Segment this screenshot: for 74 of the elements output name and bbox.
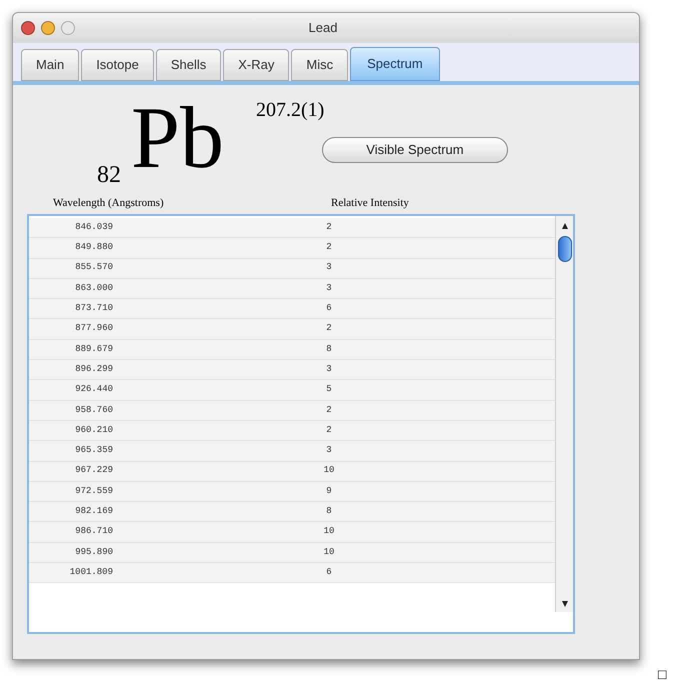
- wavelength-cell-text: 982.169: [74, 505, 113, 518]
- wavelength-cell-text: 960.210: [74, 424, 113, 437]
- tab[interactable]: Shells: [156, 49, 222, 81]
- table-row[interactable]: 863.000 3: [29, 278, 555, 300]
- wavelength-cell-text: 849.880: [74, 241, 113, 254]
- table-row[interactable]: 846.039 2: [29, 218, 555, 238]
- tab[interactable]: Main: [21, 49, 80, 81]
- wavelength-cell-text: 965.359: [74, 444, 113, 458]
- table-row[interactable]: 967.229 10: [29, 462, 555, 482]
- tab[interactable]: Isotope: [81, 49, 154, 81]
- intensity-cell-text: 3: [325, 444, 333, 458]
- intensity-cell-text: 6: [325, 302, 333, 316]
- corner-mark: □: [658, 665, 666, 684]
- tab[interactable]: X-Ray: [223, 49, 290, 81]
- intensity-cell-text: 2: [325, 404, 333, 417]
- intensity-cell-text: 2: [325, 424, 333, 437]
- atomic-number: 82: [97, 161, 121, 190]
- wavelength-cell-text: 889.679: [74, 342, 113, 356]
- element-symbol: Pb: [131, 95, 224, 183]
- table-row[interactable]: 1001.809 6: [29, 563, 555, 584]
- table-row[interactable]: 982.169 8: [29, 502, 555, 522]
- table-row[interactable]: 958.760 2: [29, 400, 555, 421]
- intensity-cell-text: 2: [325, 220, 333, 234]
- intensity-cell-text: 8: [325, 505, 333, 518]
- wavelength-cell-text: 972.559: [74, 484, 113, 498]
- wavelength-cell-text: 967.229: [74, 464, 113, 478]
- wavelength-cell-text: 958.760: [74, 404, 113, 417]
- intensity-cell-text: 10: [322, 464, 336, 478]
- intensity-cell-text: 3: [325, 261, 333, 274]
- table-row[interactable]: 960.210 2: [29, 420, 555, 442]
- tab[interactable]: Spectrum: [350, 47, 440, 81]
- wavelength-cell-text: 995.890: [74, 546, 113, 559]
- scroll-thumb[interactable]: [558, 236, 572, 262]
- wavelength-cell-text: 855.570: [74, 261, 113, 274]
- scroll-up-arrow-icon[interactable]: [560, 222, 568, 230]
- table-row[interactable]: 926.440 5: [29, 380, 555, 401]
- intensity-cell-text: 10: [322, 525, 336, 538]
- table-row[interactable]: 877.960 2: [29, 319, 555, 340]
- table-row[interactable]: 986.710 10: [29, 522, 555, 543]
- wavelength-cell-text: 896.299: [74, 362, 113, 376]
- wavelength-cell-text: 873.710: [74, 302, 113, 316]
- table-row[interactable]: 896.299 3: [29, 360, 555, 380]
- wavelength-cell-text: 926.440: [74, 383, 113, 396]
- intensity-cell-text: 10: [322, 546, 336, 559]
- window-title: Lead: [308, 19, 338, 38]
- column-header: Relative Intensity: [331, 196, 409, 210]
- wavelength-cell-text: 1001.809: [68, 566, 113, 579]
- visible-spectrum-button[interactable]: Visible Spectrum: [322, 137, 508, 163]
- table-row[interactable]: 995.890 10: [29, 542, 555, 564]
- intensity-cell-text: 5: [325, 383, 333, 396]
- table-row[interactable]: 855.570 3: [29, 258, 555, 279]
- intensity-cell-text: 2: [325, 241, 333, 254]
- table-row[interactable]: 873.710 6: [29, 299, 555, 320]
- intensity-cell-text: 9: [325, 484, 333, 498]
- intensity-cell-text: 3: [325, 282, 333, 295]
- atomic-weight: 207.2(1): [256, 98, 326, 123]
- wavelength-cell-text: 877.960: [74, 322, 113, 336]
- wavelength-cell-text: 986.710: [74, 525, 113, 538]
- intensity-cell-text: 6: [325, 566, 333, 579]
- wavelength-cell-text: 846.039: [74, 220, 113, 234]
- wavelength-cell-text: 863.000: [74, 282, 113, 295]
- table-row[interactable]: 849.880 2: [29, 238, 555, 259]
- table-row[interactable]: 972.559 9: [29, 482, 555, 502]
- minimize-button[interactable]: [41, 21, 55, 35]
- table-row[interactable]: 889.679 8: [29, 340, 555, 360]
- intensity-cell-text: 2: [325, 322, 333, 336]
- table-row[interactable]: 965.359 3: [29, 441, 555, 462]
- tab[interactable]: Misc: [291, 49, 348, 81]
- intensity-cell-text: 8: [325, 342, 333, 356]
- close-button[interactable]: [21, 21, 35, 35]
- scrollbar[interactable]: [555, 216, 573, 612]
- column-header: Wavelength (Angstroms): [53, 196, 165, 210]
- scroll-down-arrow-icon[interactable]: [560, 600, 568, 608]
- intensity-cell-text: 3: [325, 362, 333, 376]
